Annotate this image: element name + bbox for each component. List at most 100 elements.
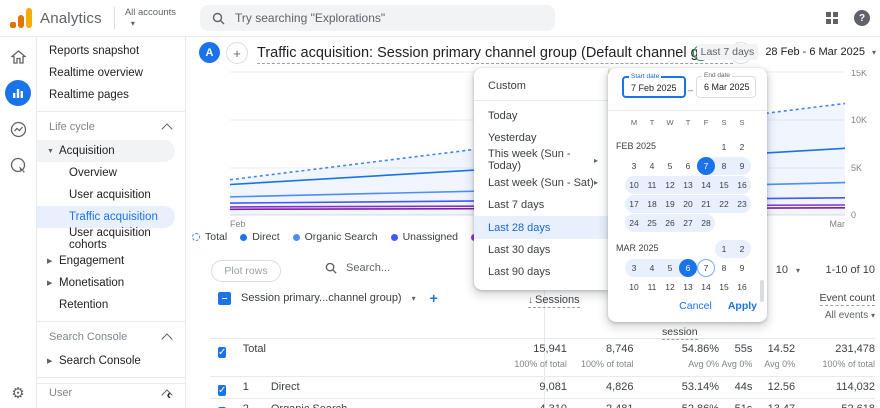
calendar-cell[interactable]: 14 <box>697 176 715 194</box>
calendar-cell[interactable]: 26 <box>661 214 679 232</box>
calendar-cell[interactable]: 2 <box>733 138 751 156</box>
sidebar-item-retention[interactable]: Retention <box>37 294 185 316</box>
calendar-day[interactable]: 12 <box>661 278 679 296</box>
calendar-cell[interactable]: 15 <box>715 278 733 296</box>
calendar-day[interactable]: 2 <box>733 240 751 258</box>
calendar-cell[interactable]: 16 <box>733 278 751 296</box>
preset-this-week-sun-today-[interactable]: This week (Sun - Today) ▸ <box>474 148 608 172</box>
calendar-scrollbar[interactable] <box>760 280 764 302</box>
calendar-cell[interactable]: 27 <box>679 214 697 232</box>
rows-per-page-select[interactable]: 10 ▾ <box>776 264 800 276</box>
calendar-day[interactable]: 18 <box>643 195 661 213</box>
explore-icon[interactable] <box>5 116 31 142</box>
calendar-cell[interactable]: 7 <box>697 157 715 175</box>
calendar-cell[interactable]: 25 <box>643 214 661 232</box>
plot-rows-button[interactable]: Plot rows <box>211 260 281 282</box>
calendar-cell[interactable]: 1 <box>715 138 733 156</box>
calendar-cell[interactable]: 7 <box>697 259 715 277</box>
calendar-day[interactable]: 12 <box>661 176 679 194</box>
calendar-day[interactable]: 28 <box>697 214 715 232</box>
reports-icon[interactable] <box>5 80 31 106</box>
calendar-cell[interactable]: 28 <box>697 214 715 232</box>
calendar-cell[interactable]: 18 <box>643 195 661 213</box>
help-icon[interactable]: ? <box>854 10 870 26</box>
calendar-day[interactable]: 15 <box>715 176 733 194</box>
calendar-day[interactable]: 13 <box>679 278 697 296</box>
calendar-day[interactable]: 20 <box>679 195 697 213</box>
admin-gear-icon[interactable]: ⚙ <box>0 384 36 402</box>
calendar-day[interactable]: 2 <box>733 138 751 156</box>
preset-last-28-days[interactable]: Last 28 days <box>474 216 608 239</box>
comparison-chip[interactable]: A <box>199 42 220 63</box>
calendar-cell[interactable]: 2 <box>733 240 751 258</box>
sidebar-item-engagement[interactable]: ▶ Engagement <box>37 250 185 272</box>
calendar-cell[interactable]: 19 <box>661 195 679 213</box>
preset-custom[interactable]: Custom <box>474 75 608 97</box>
sidebar-item-reports-snapshot[interactable]: Reports snapshot <box>37 40 185 62</box>
select-all-checkbox[interactable]: – <box>218 291 231 305</box>
calendar-cell[interactable]: 13 <box>679 176 697 194</box>
calendar-cell[interactable]: 24 <box>625 214 643 232</box>
preset-last-7-days[interactable]: Last 7 days <box>474 194 608 216</box>
calendar-cell[interactable]: 1 <box>715 240 733 258</box>
calendar-day[interactable]: 27 <box>679 214 697 232</box>
calendar-cell[interactable]: 10 <box>625 176 643 194</box>
calendar-cell[interactable]: 5 <box>661 259 679 277</box>
cancel-button[interactable]: Cancel <box>679 300 712 312</box>
sidebar-item-realtime-pages[interactable]: Realtime pages <box>37 84 185 106</box>
calendar-day[interactable]: 10 <box>625 278 643 296</box>
calendar-day[interactable]: 6 <box>679 157 697 175</box>
calendar-day[interactable]: 3 <box>625 157 643 175</box>
sidebar-item-search-console[interactable]: ▶ Search Console <box>37 350 185 372</box>
calendar-day[interactable]: 1 <box>715 240 733 258</box>
account-switcher[interactable]: All accounts ▾ <box>125 7 176 29</box>
event-filter[interactable]: All events ▾ <box>820 310 875 321</box>
calendar-cell[interactable]: 16 <box>733 176 751 194</box>
end-date-field[interactable]: End date 6 Mar 2025 <box>696 72 756 98</box>
legend-item-unassigned[interactable]: Unassigned <box>390 231 458 243</box>
calendar-cell[interactable]: 4 <box>643 157 661 175</box>
calendar-day[interactable]: 6 <box>679 259 697 277</box>
legend-item-direct[interactable]: Direct <box>240 231 280 243</box>
calendar-day[interactable]: 16 <box>733 176 751 194</box>
calendar-cell[interactable]: 6 <box>679 259 697 277</box>
sidebar-item-user-acquisition-cohorts[interactable]: User acquisition cohorts <box>37 227 185 251</box>
sidebar-item-traffic-acquisition[interactable]: Traffic acquisition <box>37 206 175 228</box>
sidebar-section-search-console[interactable]: Search Console <box>37 321 185 350</box>
calendar-day[interactable]: 11 <box>643 278 661 296</box>
calendar-day[interactable]: 11 <box>643 176 661 194</box>
calendar-cell[interactable]: 12 <box>661 176 679 194</box>
calendar-day[interactable]: 15 <box>715 278 733 296</box>
calendar-day[interactable]: 9 <box>733 157 751 175</box>
row-checkbox[interactable]: ✓ <box>218 347 227 358</box>
calendar-day[interactable]: 14 <box>697 176 715 194</box>
calendar-cell[interactable]: 15 <box>715 176 733 194</box>
calendar-cell[interactable]: 8 <box>715 157 733 175</box>
preset-last-30-days[interactable]: Last 30 days <box>474 239 608 261</box>
calendar-day[interactable]: 7 <box>697 157 715 175</box>
calendar-day[interactable]: 17 <box>625 195 643 213</box>
calendar-cell[interactable]: 8 <box>715 259 733 277</box>
calendar-cell[interactable]: 22 <box>715 195 733 213</box>
calendar-cell[interactable]: 11 <box>643 176 661 194</box>
row-checkbox[interactable]: ✓ <box>218 385 227 396</box>
add-comparison-button[interactable]: + <box>226 42 248 64</box>
event-count-column-header[interactable]: Event count All events ▾ <box>819 288 875 321</box>
calendar-cell[interactable]: 21 <box>697 195 715 213</box>
calendar-cell[interactable]: 3 <box>625 259 643 277</box>
calendar-cell[interactable]: 13 <box>679 278 697 296</box>
calendar-day[interactable]: 9 <box>733 259 751 277</box>
calendar-day[interactable]: 10 <box>625 176 643 194</box>
calendar-day[interactable]: 22 <box>715 195 733 213</box>
calendar-day[interactable]: 7 <box>697 259 715 277</box>
caret-down-icon[interactable]: ▾ <box>412 294 416 303</box>
calendar-day[interactable]: 13 <box>679 176 697 194</box>
table-search[interactable]: Search... <box>325 262 390 274</box>
report-title[interactable]: Traffic acquisition: Session primary cha… <box>257 45 733 64</box>
calendar-day[interactable]: 5 <box>661 259 679 277</box>
calendar-day[interactable]: 8 <box>715 157 733 175</box>
calendar-day[interactable]: 24 <box>625 214 643 232</box>
calendar-day[interactable]: 14 <box>697 278 715 296</box>
preset-last-12-months[interactable]: Last 12 months <box>474 284 608 290</box>
calendar-cell[interactable]: 6 <box>679 157 697 175</box>
